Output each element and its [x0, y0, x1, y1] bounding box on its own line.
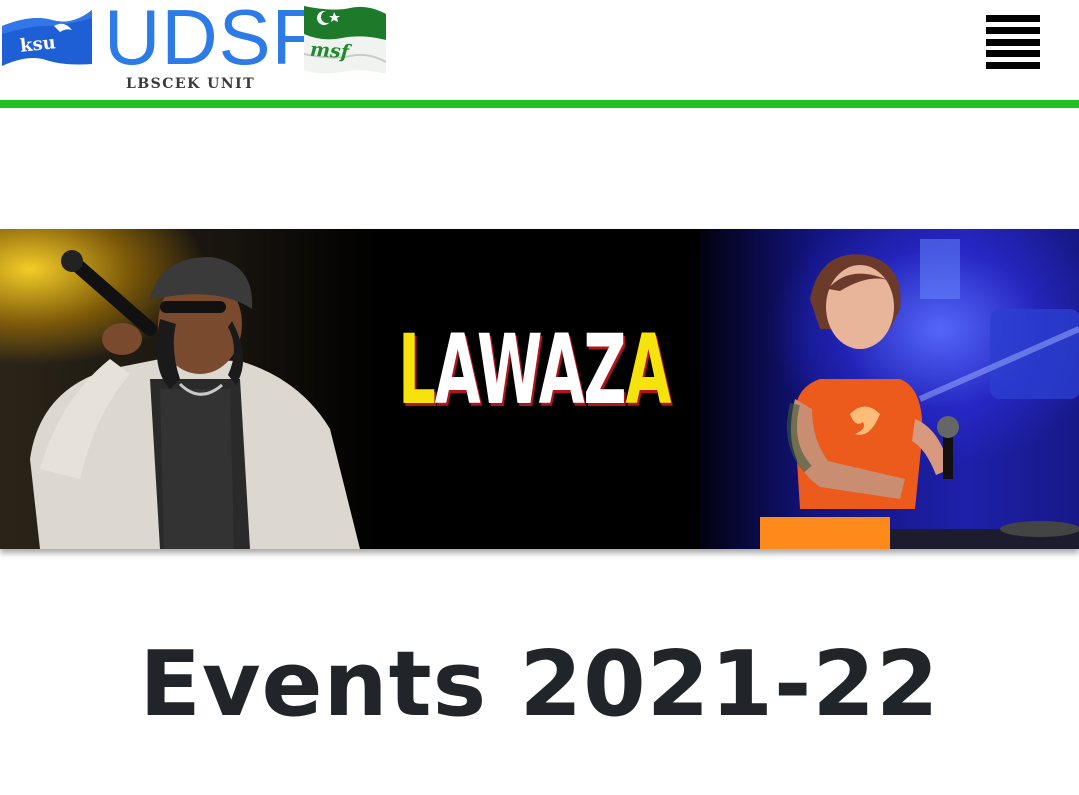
- logo-subtitle: LBSCEK UNIT: [126, 76, 256, 92]
- msf-flag-icon: msf: [302, 4, 387, 76]
- menu-bar: [986, 38, 1040, 46]
- menu-bar: [986, 15, 1040, 22]
- ksu-flag-text: ksu: [19, 32, 57, 57]
- event-banner[interactable]: LAWAZA: [0, 229, 1079, 549]
- hamburger-menu-icon[interactable]: [986, 14, 1042, 70]
- menu-bar: [986, 62, 1040, 69]
- logo-wordmark: UDSF: [104, 0, 321, 81]
- menu-bar: [986, 50, 1040, 58]
- menu-bar: [986, 26, 1040, 34]
- ksu-flag-icon: ksu: [2, 4, 92, 70]
- dj-performer-image: [760, 239, 1079, 549]
- banner-title-part: AWAZ: [434, 314, 627, 426]
- msf-flag-text: msf: [309, 38, 350, 64]
- page-title: Events 2021-22: [139, 632, 940, 737]
- site-header: ksu UDSF LBSCEK UNIT msf: [0, 0, 1079, 100]
- banner-title-lawaza: LAWAZA: [398, 314, 671, 426]
- banner-right-panel: [700, 229, 1079, 549]
- header-accent-rule: [0, 100, 1079, 108]
- banner-title-part: L: [398, 314, 436, 426]
- rapper-performer-image: [30, 250, 360, 549]
- banner-left-panel: [0, 229, 380, 549]
- site-logo[interactable]: ksu UDSF LBSCEK UNIT msf: [0, 0, 400, 98]
- banner-title-part: A: [625, 314, 671, 426]
